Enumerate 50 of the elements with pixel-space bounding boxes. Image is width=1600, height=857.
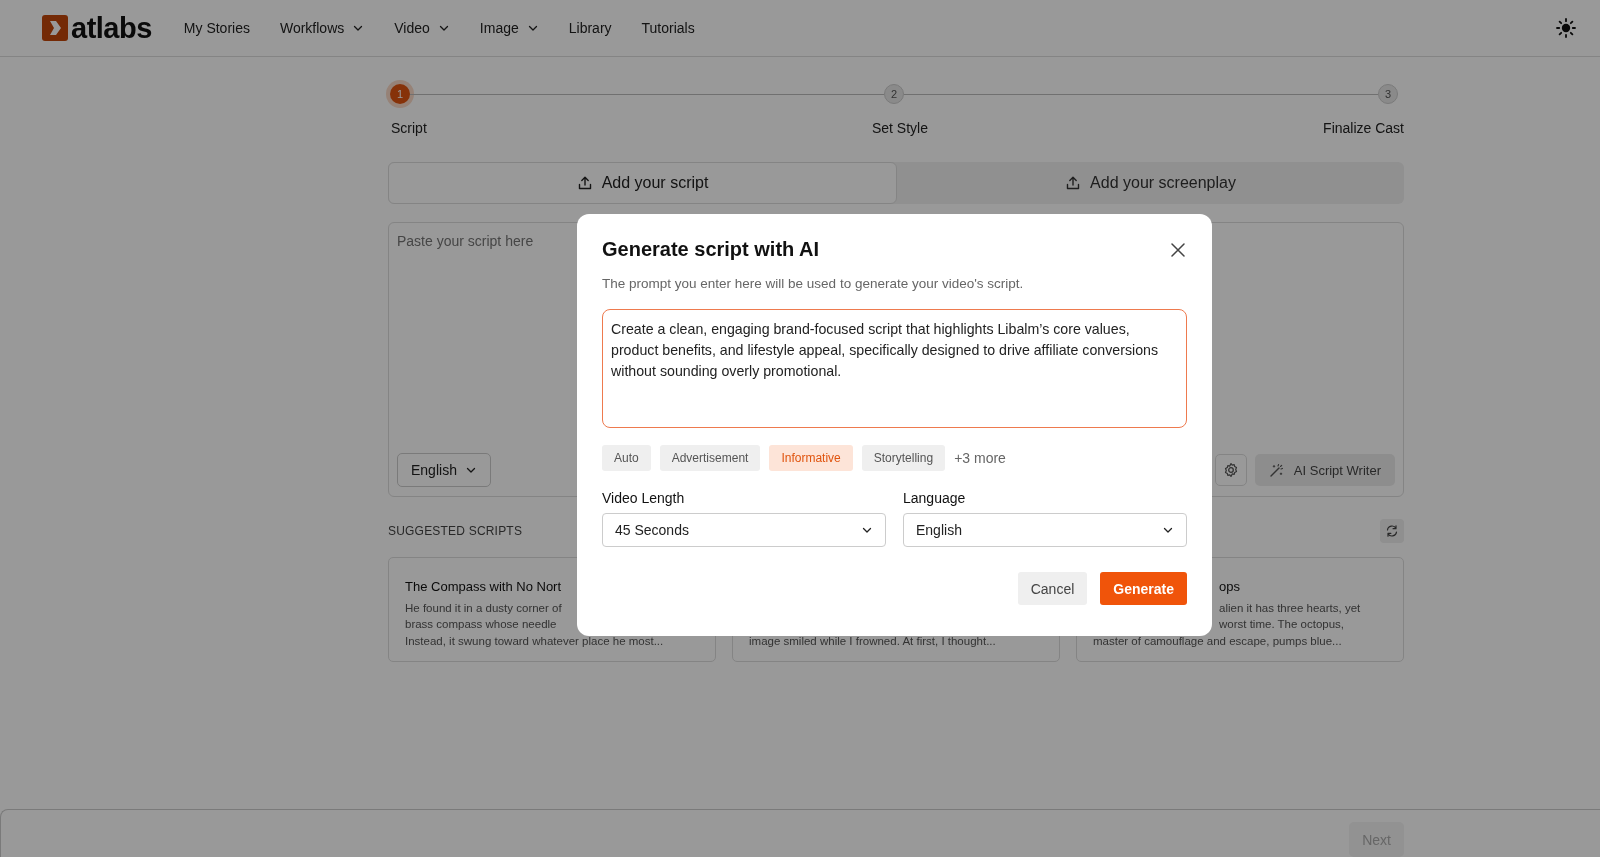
card-text: image smiled while I frowned. At first, I thought... [749, 633, 997, 649]
card-text: Instead, it swung toward whatever place he most... [405, 633, 665, 649]
card-text: brass compass whose needle [405, 617, 558, 632]
refresh-icon [1385, 524, 1399, 538]
nav-link[interactable]: Library [568, 20, 612, 36]
nav-link[interactable]: Workflows [279, 20, 365, 36]
language-select[interactable]: English [903, 513, 1187, 547]
prompt-field[interactable]: Create a clean, engaging brand-focused script that highlights Libalm’s core values, product benefits, and lifestyle appeal, specifically designed to drive affiliate conversions without sounding overly promotional. [602, 309, 1187, 428]
card-title: The Compass with No Nort [405, 578, 563, 594]
generate-button[interactable]: Generate [1100, 572, 1187, 605]
upload-icon [576, 175, 593, 191]
step-label: Set Style [871, 120, 928, 136]
field-label: Language [903, 490, 967, 506]
logo-text[interactable]: atlabs [71, 11, 152, 45]
dialog-description: The prompt you enter here will be used to generate your video's script. [602, 276, 1025, 291]
dialog-title: Generate script with AI [602, 238, 820, 261]
card-text: master of camouflage and escape, pumps blue... [1093, 633, 1343, 649]
script-tab[interactable]: Add your script [388, 162, 897, 204]
close-button[interactable] [1169, 240, 1187, 259]
cancel-button[interactable]: Cancel [1017, 572, 1088, 605]
settings-icon [1222, 462, 1239, 478]
step-number[interactable]: 3 [1378, 84, 1398, 104]
step-label: Finalize Cast [1323, 120, 1404, 136]
settings-button[interactable] [1214, 454, 1247, 486]
nav-link[interactable]: Video [394, 20, 450, 36]
step-number[interactable]: 2 [884, 84, 904, 104]
refresh-button[interactable] [1380, 519, 1404, 543]
nav-link[interactable]: Image [479, 20, 539, 36]
ai-script-writer-button[interactable]: AI Script Writer [1254, 454, 1395, 486]
magic-wand-icon [1268, 462, 1284, 478]
sun-icon[interactable] [1556, 18, 1576, 38]
step-label: Script [391, 120, 427, 136]
card-text: He found it in a dusty corner of [405, 600, 563, 616]
section-heading: SUGGESTED SCRIPTS [388, 524, 523, 538]
language-dropdown[interactable]: English [397, 453, 491, 487]
script-tab[interactable]: Add your screenplay [897, 162, 1404, 204]
more-styles-link[interactable]: +3 more [954, 450, 1006, 466]
close-icon [1169, 240, 1187, 259]
video-length-select[interactable]: 45 Seconds [602, 513, 886, 547]
style-chip[interactable]: Storytelling [861, 445, 946, 471]
field-label: Video Length [602, 490, 686, 506]
style-chip[interactable]: Auto [602, 445, 651, 471]
nav-link[interactable]: My Stories [183, 20, 250, 36]
card-title: ops [1219, 578, 1241, 594]
upload-icon [1065, 175, 1082, 191]
logo-icon [42, 15, 68, 41]
nav-link[interactable]: Tutorials [641, 20, 695, 36]
card-text: alien it has three hearts, yet [1219, 600, 1362, 616]
style-chip[interactable]: Advertisement [659, 445, 761, 471]
card-text: worst time. The octopus, [1219, 617, 1346, 632]
